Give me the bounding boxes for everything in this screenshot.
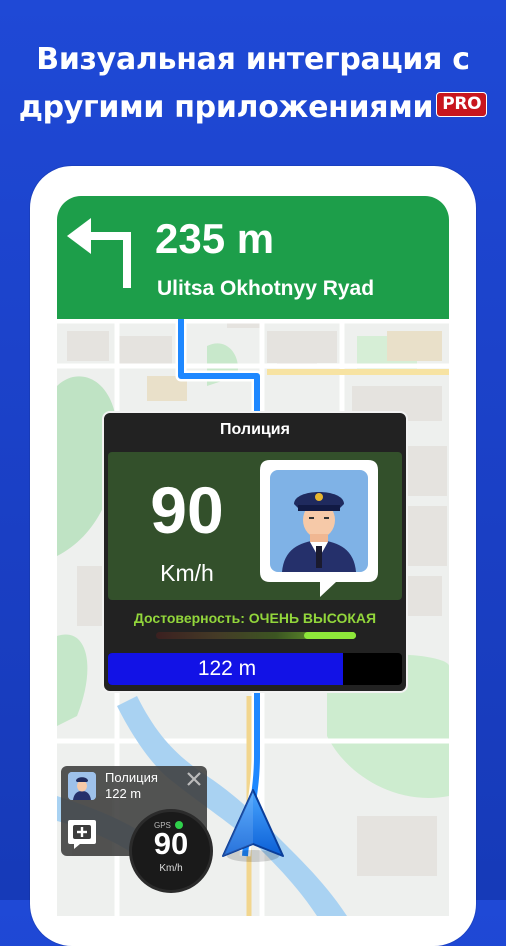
alert-title: Полиция [220,421,290,438]
speedometer[interactable]: GPS 90 Km/h [129,809,213,893]
mini-alert-title: Полиция [105,770,158,785]
app-screen: 235 m Ulitsa Okhotnyy Ryad Полиция 90 Km… [57,196,449,916]
street-name: Ulitsa Okhotnyy Ryad [157,277,375,300]
current-speed: 90 [153,826,189,861]
headline-line-2: другими приложениями PRO [0,84,506,132]
mini-alert-distance: 122 m [105,786,142,801]
headline-line-1: Визуальная интеграция с [36,42,470,77]
headline-line-2-text: другими приложениями [18,90,434,125]
promo-headline: Визуальная интеграция с другими приложен… [0,36,506,132]
distance-progress-bar: 122 m [108,653,402,685]
speed-limit-value: 90 [150,473,224,547]
alert-panel: 90 Km/h [108,452,402,600]
current-location-arrow-icon [222,789,284,862]
pro-badge: PRO [436,92,488,117]
confidence-label: Достоверность: ОЧЕНЬ ВЫСОКАЯ [133,610,377,626]
police-officer-icon [68,772,96,800]
confidence-meter-fill [304,632,356,639]
add-report-icon[interactable] [66,818,98,850]
speed-limit-unit: Km/h [160,560,214,586]
police-officer-icon [260,460,378,597]
current-speed-unit: Km/h [159,863,183,874]
confidence-meter [156,632,356,639]
close-icon[interactable] [185,770,203,788]
turn-left-arrow-icon [67,218,131,288]
distance-progress-label: 122 m [197,657,257,680]
police-alert-popup[interactable]: Полиция 90 Km/h Достоверность: ОЧЕНЬ ВЫС… [102,411,408,693]
turn-distance: 235 m [155,215,275,262]
navigation-banner: 235 m Ulitsa Okhotnyy Ryad [57,196,449,319]
